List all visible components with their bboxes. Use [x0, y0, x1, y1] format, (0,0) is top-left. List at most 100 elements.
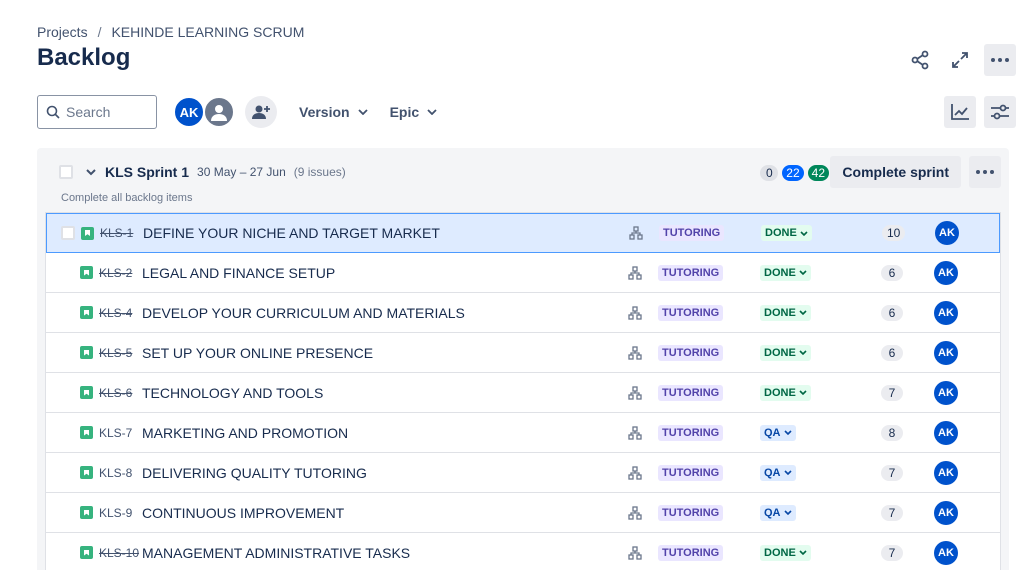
sprint-select-checkbox[interactable]: [59, 165, 73, 179]
status-label: QA: [764, 506, 781, 519]
story-points-badge[interactable]: 6: [881, 304, 903, 321]
complete-all-backlog-link[interactable]: Complete all backlog items: [61, 192, 192, 204]
version-filter[interactable]: Version: [299, 104, 368, 120]
issue-row[interactable]: KLS-6 TECHNOLOGY AND TOOLS TUTORING DONE…: [46, 373, 1000, 413]
breadcrumb-separator: /: [97, 24, 102, 40]
issue-summary[interactable]: DEVELOP YOUR CURRICULUM AND MATERIALS: [142, 305, 465, 321]
sprint-more-button[interactable]: [969, 156, 1001, 188]
story-points-badge[interactable]: 8: [881, 424, 903, 441]
add-people-button[interactable]: [245, 96, 277, 128]
story-points-badge[interactable]: 6: [881, 264, 903, 281]
status-dropdown[interactable]: QA: [760, 424, 796, 441]
child-issues-icon[interactable]: [628, 545, 642, 560]
issue-summary[interactable]: MARKETING AND PROMOTION: [142, 425, 348, 441]
status-dropdown[interactable]: DONE: [760, 304, 811, 321]
epic-lozenge[interactable]: TUTORING: [658, 504, 724, 521]
child-issues-icon[interactable]: [628, 265, 642, 280]
epic-lozenge[interactable]: TUTORING: [658, 304, 724, 321]
status-label: QA: [764, 466, 781, 479]
status-dropdown[interactable]: DONE: [760, 544, 811, 561]
story-points-badge[interactable]: 7: [881, 384, 903, 401]
epic-lozenge[interactable]: TUTORING: [659, 225, 725, 241]
status-dropdown[interactable]: DONE: [760, 264, 811, 281]
chevron-down-icon[interactable]: [85, 168, 97, 176]
child-issues-icon[interactable]: [628, 505, 642, 520]
child-issues-icon[interactable]: [628, 345, 642, 360]
issue-key[interactable]: KLS-9: [99, 506, 132, 520]
epic-lozenge[interactable]: TUTORING: [658, 384, 724, 401]
search-input[interactable]: [66, 104, 146, 120]
child-issues-icon[interactable]: [628, 305, 642, 320]
version-filter-label: Version: [299, 104, 350, 120]
story-points-badge[interactable]: 6: [881, 344, 903, 361]
issue-key[interactable]: KLS-5: [99, 346, 132, 360]
assignee-avatar[interactable]: AK: [935, 221, 959, 245]
child-issues-icon[interactable]: [629, 226, 643, 240]
status-dropdown[interactable]: QA: [760, 504, 796, 521]
status-dropdown[interactable]: DONE: [760, 344, 811, 361]
epic-lozenge[interactable]: TUTORING: [658, 544, 724, 561]
assignee-avatar[interactable]: AK: [934, 540, 958, 565]
story-points-badge[interactable]: 7: [881, 464, 903, 481]
issue-row[interactable]: KLS-10 MANAGEMENT ADMINISTRATIVE TASKS T…: [46, 533, 1000, 570]
issue-row[interactable]: KLS-8 DELIVERING QUALITY TUTORING TUTORI…: [46, 453, 1000, 493]
issue-summary[interactable]: SET UP YOUR ONLINE PRESENCE: [142, 345, 373, 361]
issue-row[interactable]: KLS-7 MARKETING AND PROMOTION TUTORING Q…: [46, 413, 1000, 453]
assignee-avatar[interactable]: AK: [934, 300, 958, 325]
status-dropdown[interactable]: QA: [760, 464, 796, 481]
status-label: DONE: [764, 386, 796, 399]
issue-summary[interactable]: CONTINUOUS IMPROVEMENT: [142, 505, 344, 521]
issue-select-checkbox[interactable]: [61, 226, 75, 240]
add-user-icon: [252, 105, 270, 119]
epic-lozenge[interactable]: TUTORING: [658, 264, 724, 281]
search-box[interactable]: [37, 95, 157, 129]
issue-key[interactable]: KLS-2: [99, 266, 132, 280]
issue-row[interactable]: KLS-1 DEFINE YOUR NICHE AND TARGET MARKE…: [46, 213, 1000, 253]
assignee-avatar[interactable]: AK: [934, 420, 958, 445]
issue-key[interactable]: KLS-1: [100, 226, 133, 240]
issue-key[interactable]: KLS-8: [99, 466, 132, 480]
issue-key[interactable]: KLS-10: [99, 546, 139, 560]
share-button[interactable]: [904, 44, 936, 76]
status-dropdown[interactable]: DONE: [760, 384, 811, 401]
issue-row[interactable]: KLS-9 CONTINUOUS IMPROVEMENT TUTORING QA…: [46, 493, 1000, 533]
issue-key[interactable]: KLS-7: [99, 426, 132, 440]
issue-row[interactable]: KLS-4 DEVELOP YOUR CURRICULUM AND MATERI…: [46, 293, 1000, 333]
breadcrumb-project[interactable]: KEHINDE LEARNING SCRUM: [111, 24, 304, 40]
child-issues-icon[interactable]: [628, 465, 642, 480]
issue-summary[interactable]: MANAGEMENT ADMINISTRATIVE TASKS: [142, 545, 410, 561]
story-points-badge[interactable]: 10: [882, 225, 906, 241]
assignee-avatar[interactable]: AK: [934, 380, 958, 405]
issue-row[interactable]: KLS-2 LEGAL AND FINANCE SETUP TUTORING D…: [46, 253, 1000, 293]
unassigned-avatar[interactable]: [203, 96, 235, 128]
assignee-avatar[interactable]: AK: [934, 500, 958, 525]
assignee-avatar[interactable]: AK: [934, 260, 958, 285]
story-points-badge[interactable]: 7: [881, 504, 903, 521]
avatar[interactable]: AK: [173, 96, 205, 128]
expand-icon: [952, 52, 968, 68]
complete-sprint-button[interactable]: Complete sprint: [830, 156, 961, 188]
epic-filter[interactable]: Epic: [390, 104, 438, 120]
issue-summary[interactable]: TECHNOLOGY AND TOOLS: [142, 385, 323, 401]
view-settings-button[interactable]: [984, 96, 1016, 128]
fullscreen-button[interactable]: [944, 44, 976, 76]
status-dropdown[interactable]: DONE: [761, 225, 812, 241]
epic-lozenge[interactable]: TUTORING: [658, 424, 724, 441]
epic-lozenge[interactable]: TUTORING: [658, 344, 724, 361]
search-icon: [46, 105, 60, 119]
child-issues-icon[interactable]: [628, 385, 642, 400]
assignee-avatar[interactable]: AK: [934, 460, 958, 485]
story-points-badge[interactable]: 7: [881, 544, 903, 561]
issue-row[interactable]: KLS-5 SET UP YOUR ONLINE PRESENCE TUTORI…: [46, 333, 1000, 373]
breadcrumb-projects[interactable]: Projects: [37, 24, 88, 40]
issue-summary[interactable]: LEGAL AND FINANCE SETUP: [142, 265, 335, 281]
epic-lozenge[interactable]: TUTORING: [658, 464, 724, 481]
issue-summary[interactable]: DEFINE YOUR NICHE AND TARGET MARKET: [143, 225, 440, 241]
insights-button[interactable]: [944, 96, 976, 128]
assignee-avatar[interactable]: AK: [934, 340, 958, 365]
child-issues-icon[interactable]: [628, 425, 642, 440]
more-actions-button[interactable]: [984, 44, 1016, 76]
issue-summary[interactable]: DELIVERING QUALITY TUTORING: [142, 465, 367, 481]
issue-key[interactable]: KLS-4: [99, 306, 132, 320]
issue-key[interactable]: KLS-6: [99, 386, 132, 400]
